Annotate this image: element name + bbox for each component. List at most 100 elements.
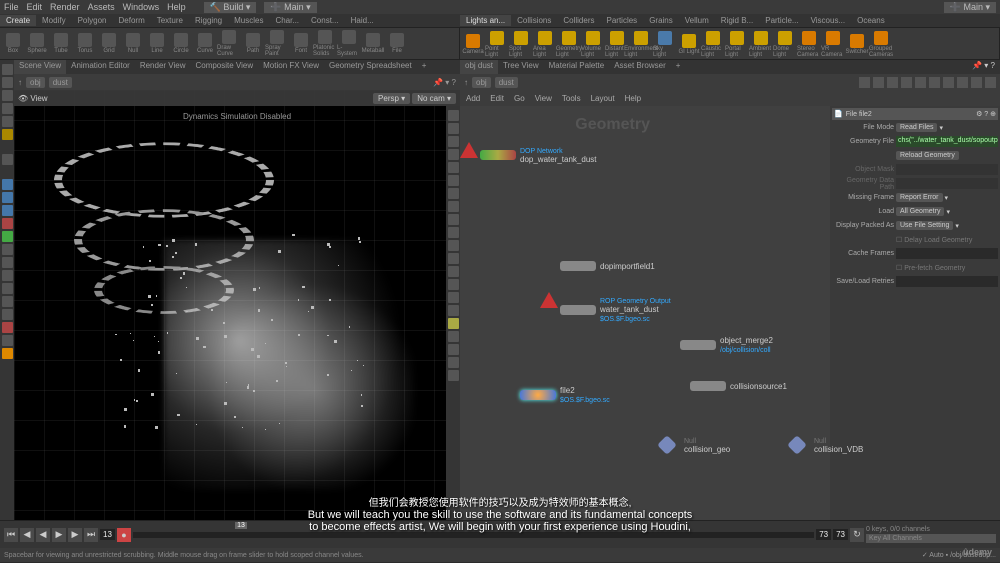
tool-envlight[interactable]: Environment Light	[629, 29, 653, 59]
display-icon[interactable]	[448, 110, 459, 121]
tab-geo-spread[interactable]: Geometry Spreadsheet	[324, 60, 417, 74]
tool-spray[interactable]: Spray Paint	[265, 29, 289, 58]
tool-skylight[interactable]: Sky Light	[653, 29, 677, 59]
tool-spotlight[interactable]: Spot Light	[509, 29, 533, 59]
prev-frame-button[interactable]: ◀	[20, 528, 34, 542]
node-merge[interactable]: object_merge2/obj/collision/coll	[680, 336, 773, 354]
tab-asset-browser[interactable]: Asset Browser	[609, 60, 671, 74]
shelf-tab[interactable]: Grains	[643, 15, 679, 26]
shelf-tab[interactable]: Viscous...	[805, 15, 852, 26]
tool-pointlight[interactable]: Point Light	[485, 29, 509, 59]
shelf-tab[interactable]: Lights an...	[460, 15, 511, 26]
shelf-tab[interactable]: Oceans	[851, 15, 891, 26]
tool-arealight[interactable]: Area Light	[533, 29, 557, 59]
option-icon[interactable]	[2, 231, 13, 242]
display-icon[interactable]	[448, 305, 459, 316]
option-icon[interactable]	[2, 335, 13, 346]
tab-motionfx[interactable]: Motion FX View	[258, 60, 324, 74]
node-dop[interactable]: DOP Networkdop_water_tank_dust	[480, 146, 597, 164]
menu-file[interactable]: File	[4, 2, 19, 12]
tool-grid[interactable]: Grid	[97, 29, 121, 58]
tool-drawcurve[interactable]: Draw Curve	[217, 29, 241, 58]
tool-file[interactable]: File	[385, 29, 409, 58]
shelf-tab[interactable]: Rigid B...	[715, 15, 759, 26]
geo-file-field[interactable]: chs("../water_tank_dust/sopoutput")	[896, 136, 998, 147]
cache-slider[interactable]	[896, 248, 998, 259]
missing-dropdown[interactable]: Report Error	[896, 193, 943, 202]
net-layout[interactable]: Layout	[591, 94, 615, 103]
option-icon[interactable]	[2, 283, 13, 294]
snap-icon[interactable]	[2, 205, 13, 216]
tool-ambientlight[interactable]: Ambient Light	[749, 29, 773, 59]
tool-curve[interactable]: Curve	[193, 29, 217, 58]
option-icon[interactable]	[2, 348, 13, 359]
display-icon[interactable]	[448, 162, 459, 173]
nav-icon[interactable]	[873, 77, 884, 88]
display-icon[interactable]	[448, 370, 459, 381]
node-dopimport[interactable]: dopimportfield1	[560, 261, 655, 271]
tab-scene-view[interactable]: Scene View	[14, 60, 66, 74]
scale-icon[interactable]	[2, 116, 13, 127]
tool-null[interactable]: Null	[121, 29, 145, 58]
shelf-tab[interactable]: Particle...	[759, 15, 804, 26]
tool-font[interactable]: Font	[289, 29, 313, 58]
tool-box[interactable]: Box	[1, 29, 25, 58]
menu-help[interactable]: Help	[167, 2, 186, 12]
display-icon[interactable]	[448, 292, 459, 303]
nav-icon[interactable]	[859, 77, 870, 88]
build-dropdown[interactable]: 🔨 Build ▾	[204, 2, 257, 13]
option-icon[interactable]	[2, 270, 13, 281]
rotate-icon[interactable]	[2, 103, 13, 114]
reload-button[interactable]: Reload Geometry	[896, 151, 959, 160]
tool-portallight[interactable]: Portal Light	[725, 29, 749, 59]
tool-lsystem[interactable]: L-System	[337, 29, 361, 58]
shelf-tab[interactable]: Char...	[269, 15, 305, 26]
menu-assets[interactable]: Assets	[88, 2, 115, 12]
option-icon[interactable]	[2, 244, 13, 255]
crumb-node[interactable]: dust	[49, 77, 72, 88]
tool-domelight[interactable]: Dome Light	[773, 29, 797, 59]
file-mode-dropdown[interactable]: Read Files	[896, 123, 937, 132]
tab-anim-editor[interactable]: Animation Editor	[66, 60, 135, 74]
tool-gilight[interactable]: GI Light	[677, 29, 701, 59]
nav-icon[interactable]	[887, 77, 898, 88]
crumb-node[interactable]: dust	[495, 77, 518, 88]
display-icon[interactable]	[448, 318, 459, 329]
tool-geolight[interactable]: Geometry Light	[557, 29, 581, 59]
main-dropdown-2[interactable]: ➕ Main ▾	[944, 2, 996, 13]
shelf-tab[interactable]: Colliders	[557, 15, 600, 26]
retries-slider[interactable]	[896, 276, 998, 287]
display-icon[interactable]	[448, 201, 459, 212]
option-icon[interactable]	[2, 218, 13, 229]
record-icon[interactable]	[2, 322, 13, 333]
net-help[interactable]: Help	[625, 94, 641, 103]
tool-torus[interactable]: Torus	[73, 29, 97, 58]
tool-vollight[interactable]: Volume Light	[581, 29, 605, 59]
snap-icon[interactable]	[2, 179, 13, 190]
option-icon[interactable]	[2, 296, 13, 307]
nav-icon[interactable]	[943, 77, 954, 88]
menu-windows[interactable]: Windows	[123, 2, 160, 12]
persp-dropdown[interactable]: Persp ▾	[373, 93, 410, 104]
pose-icon[interactable]	[2, 129, 13, 140]
shelf-tab[interactable]: Deform	[113, 15, 151, 26]
play-back-button[interactable]: ◀	[36, 528, 50, 542]
display-icon[interactable]	[448, 136, 459, 147]
tool-circle[interactable]: Circle	[169, 29, 193, 58]
tab-add[interactable]: +	[671, 60, 686, 74]
display-icon[interactable]	[448, 253, 459, 264]
node-collisionsource[interactable]: collisionsource1	[690, 381, 787, 391]
nav-icon[interactable]	[929, 77, 940, 88]
shelf-tab[interactable]: Vellum	[679, 15, 715, 26]
packed-dropdown[interactable]: Use File Setting	[896, 221, 953, 230]
tool-metaball[interactable]: Metaball	[361, 29, 385, 58]
display-icon[interactable]	[448, 357, 459, 368]
view-icon[interactable]	[2, 64, 13, 75]
move-icon[interactable]	[2, 90, 13, 101]
shelf-tab[interactable]: Polygon	[72, 15, 113, 26]
node-output[interactable]: ROP Geometry Outputwater_tank_dust$OS.$F…	[560, 296, 671, 323]
arrow-icon[interactable]	[2, 154, 13, 165]
display-icon[interactable]	[448, 331, 459, 342]
tab-add[interactable]: +	[417, 60, 432, 74]
display-icon[interactable]	[448, 227, 459, 238]
